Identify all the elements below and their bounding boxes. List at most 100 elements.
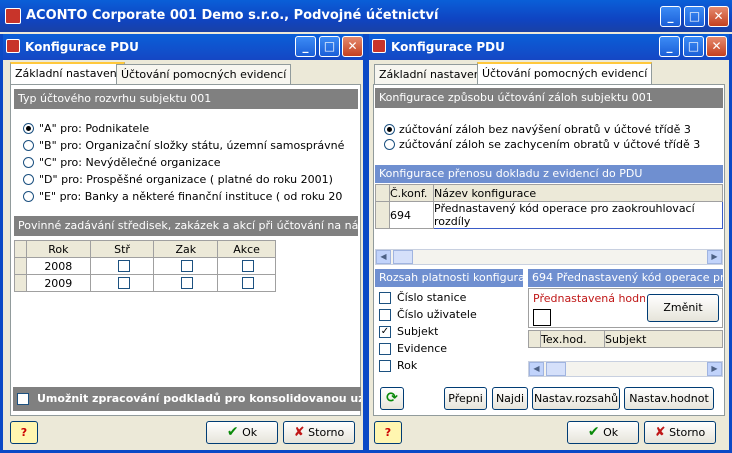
help-button[interactable]: ? — [374, 421, 402, 444]
option-a-radio[interactable] — [23, 123, 34, 134]
horizontal-scrollbar[interactable]: ◀ ▶ — [375, 249, 723, 265]
conf-name-cell[interactable]: Přednastavený kód operace pro zaokrouhlo… — [433, 201, 723, 229]
evidence-label: Evidence — [397, 342, 448, 355]
left-window-titlebar: Konfigurace PDU _ □ ✕ — [3, 34, 363, 60]
preset-value-field[interactable] — [533, 309, 551, 326]
left-maximize-button[interactable]: □ — [319, 36, 340, 57]
scroll-left-icon[interactable]: ◀ — [529, 362, 544, 376]
refresh-button[interactable]: ⟳ — [380, 387, 404, 410]
col-rok: Rok — [25, 240, 91, 258]
ok-button[interactable]: ✔ Ok — [567, 421, 639, 444]
consolidation-checkbox[interactable] — [17, 393, 29, 405]
col-str: Stř — [89, 240, 155, 258]
zak-checkbox[interactable] — [181, 277, 194, 289]
app-titlebar: ACONTO Corporate 001 Demo s.r.o., Podvoj… — [0, 0, 732, 32]
find-button[interactable]: Najdi — [492, 387, 528, 410]
option-a-label: "A" pro: Podnikatele — [39, 122, 150, 135]
zak-checkbox[interactable] — [181, 260, 194, 272]
detail-scrollbar[interactable]: ◀ ▶ — [528, 361, 723, 377]
left-config-window: Konfigurace PDU _ □ ✕ Základní nastavení… — [0, 34, 366, 453]
cancel-button[interactable]: ✘ Storno — [644, 421, 716, 444]
consolidation-label: Umožnit zpracování podkladů pro konsolid… — [37, 392, 361, 405]
cross-icon: ✘ — [654, 425, 666, 440]
scroll-thumb[interactable] — [546, 362, 566, 376]
option-e-label: "E" pro: Banky a některé finanční instit… — [39, 190, 343, 203]
change-button[interactable]: Změnit — [647, 294, 719, 322]
checkmark-icon: ✔ — [587, 424, 600, 440]
basic-settings-panel: Typ účtového rozvrhu subjektu 001 "A" pr… — [10, 84, 361, 416]
subject-checkbox[interactable]: ✓ — [379, 326, 391, 338]
right-minimize-button[interactable]: _ — [659, 36, 680, 57]
cancel-button[interactable]: ✘ Storno — [283, 421, 355, 444]
advance-with-label: zúčtování záloh se zachycením obratů v ú… — [399, 138, 701, 151]
advance-with-radio[interactable] — [384, 139, 395, 150]
preset-label: Přednastavená hodnota — [533, 292, 645, 305]
consolidation-bar: Umožnit zpracování podkladů pro konsolid… — [13, 387, 361, 411]
app-title: ACONTO Corporate 001 Demo s.r.o., Podvoj… — [26, 8, 439, 23]
minimize-button[interactable]: _ — [660, 6, 681, 27]
option-b-label: "B" pro: Organizační složky státu, územn… — [39, 139, 345, 152]
close-button[interactable]: ✕ — [708, 6, 729, 27]
table-row[interactable]: 694 Přednastavený kód operace pro zaokro… — [375, 201, 723, 229]
tab-basic-settings[interactable]: Základní nastavení — [10, 62, 125, 84]
checkmark-icon: ✔ — [226, 424, 239, 440]
scroll-thumb[interactable] — [393, 250, 413, 264]
option-c-label: "C" pro: Nevýdělečné organizace — [39, 156, 221, 169]
refresh-icon: ⟳ — [386, 390, 398, 406]
akce-checkbox[interactable] — [242, 277, 255, 289]
advance-config-header: Konfigurace způsobu účtování záloh subje… — [375, 88, 723, 108]
option-c-radio[interactable] — [23, 157, 34, 168]
mandatory-header: Povinné zadávání středisek, zakázek a ak… — [14, 216, 358, 236]
left-minimize-button[interactable]: _ — [295, 36, 316, 57]
user-checkbox[interactable] — [379, 309, 391, 321]
table-row[interactable]: 2008 — [14, 257, 276, 275]
range-settings-button[interactable]: Nastav.rozsahů — [532, 387, 620, 410]
subject-label: Subjekt — [397, 325, 439, 338]
cross-icon: ✘ — [293, 425, 305, 440]
value-settings-button[interactable]: Nastav.hodnot — [624, 387, 714, 410]
right-config-window: Konfigurace PDU _ □ ✕ Základní nastavení… — [366, 34, 732, 453]
right-maximize-button[interactable]: □ — [683, 36, 704, 57]
year-cell[interactable]: 2009 — [25, 274, 91, 292]
col-conf-name: Název konfigurace — [433, 184, 723, 202]
str-checkbox[interactable] — [117, 260, 130, 272]
left-window-title: Konfigurace PDU — [25, 40, 139, 54]
year-cell[interactable]: 2008 — [25, 257, 91, 275]
col-zak: Zak — [153, 240, 219, 258]
scroll-right-icon[interactable]: ▶ — [707, 362, 722, 376]
window-icon — [372, 39, 386, 53]
scroll-right-icon[interactable]: ▶ — [707, 250, 722, 264]
left-close-button[interactable]: ✕ — [342, 36, 363, 57]
advance-without-radio[interactable] — [384, 124, 395, 135]
aux-accounting-panel: Konfigurace způsobu účtování záloh subje… — [373, 84, 725, 416]
right-close-button[interactable]: ✕ — [706, 36, 727, 57]
switch-button[interactable]: Přepni — [444, 387, 487, 410]
ok-button[interactable]: ✔ Ok — [206, 421, 278, 444]
maximize-button[interactable]: □ — [684, 6, 705, 27]
akce-checkbox[interactable] — [242, 260, 255, 272]
str-checkbox[interactable] — [117, 277, 130, 289]
option-e-radio[interactable] — [23, 191, 34, 202]
help-icon: ? — [20, 426, 28, 439]
transfer-config-header: Konfigurace přenosu dokladu z evidencí d… — [375, 165, 723, 183]
year-checkbox[interactable] — [379, 360, 391, 372]
option-b-radio[interactable] — [23, 140, 34, 151]
option-d-radio[interactable] — [23, 174, 34, 185]
help-icon: ? — [384, 426, 392, 439]
col-akce: Akce — [217, 240, 276, 258]
advance-without-label: zúčtování záloh bez navýšení obratů v úč… — [399, 123, 691, 136]
user-label: Číslo uživatele — [397, 308, 477, 321]
app-icon — [5, 8, 21, 24]
scroll-left-icon[interactable]: ◀ — [376, 250, 391, 264]
help-button[interactable]: ? — [10, 421, 38, 444]
conf-num-cell[interactable]: 694 — [389, 201, 434, 229]
tab-aux-accounting[interactable]: Účtování pomocných evidencí — [477, 62, 653, 84]
station-checkbox[interactable] — [379, 292, 391, 304]
table-row[interactable]: 2009 — [14, 274, 276, 292]
detail-grid: Tex.hod. Subjekt — [528, 330, 723, 348]
col-conf-num: Č.konf. — [389, 184, 434, 202]
tab-aux-accounting[interactable]: Účtování pomocných evidencí — [116, 64, 292, 84]
detail-header: 694 Přednastavený kód operace pro za — [528, 269, 723, 287]
tab-basic-settings[interactable]: Základní nastavení — [374, 64, 489, 84]
evidence-checkbox[interactable] — [379, 343, 391, 355]
